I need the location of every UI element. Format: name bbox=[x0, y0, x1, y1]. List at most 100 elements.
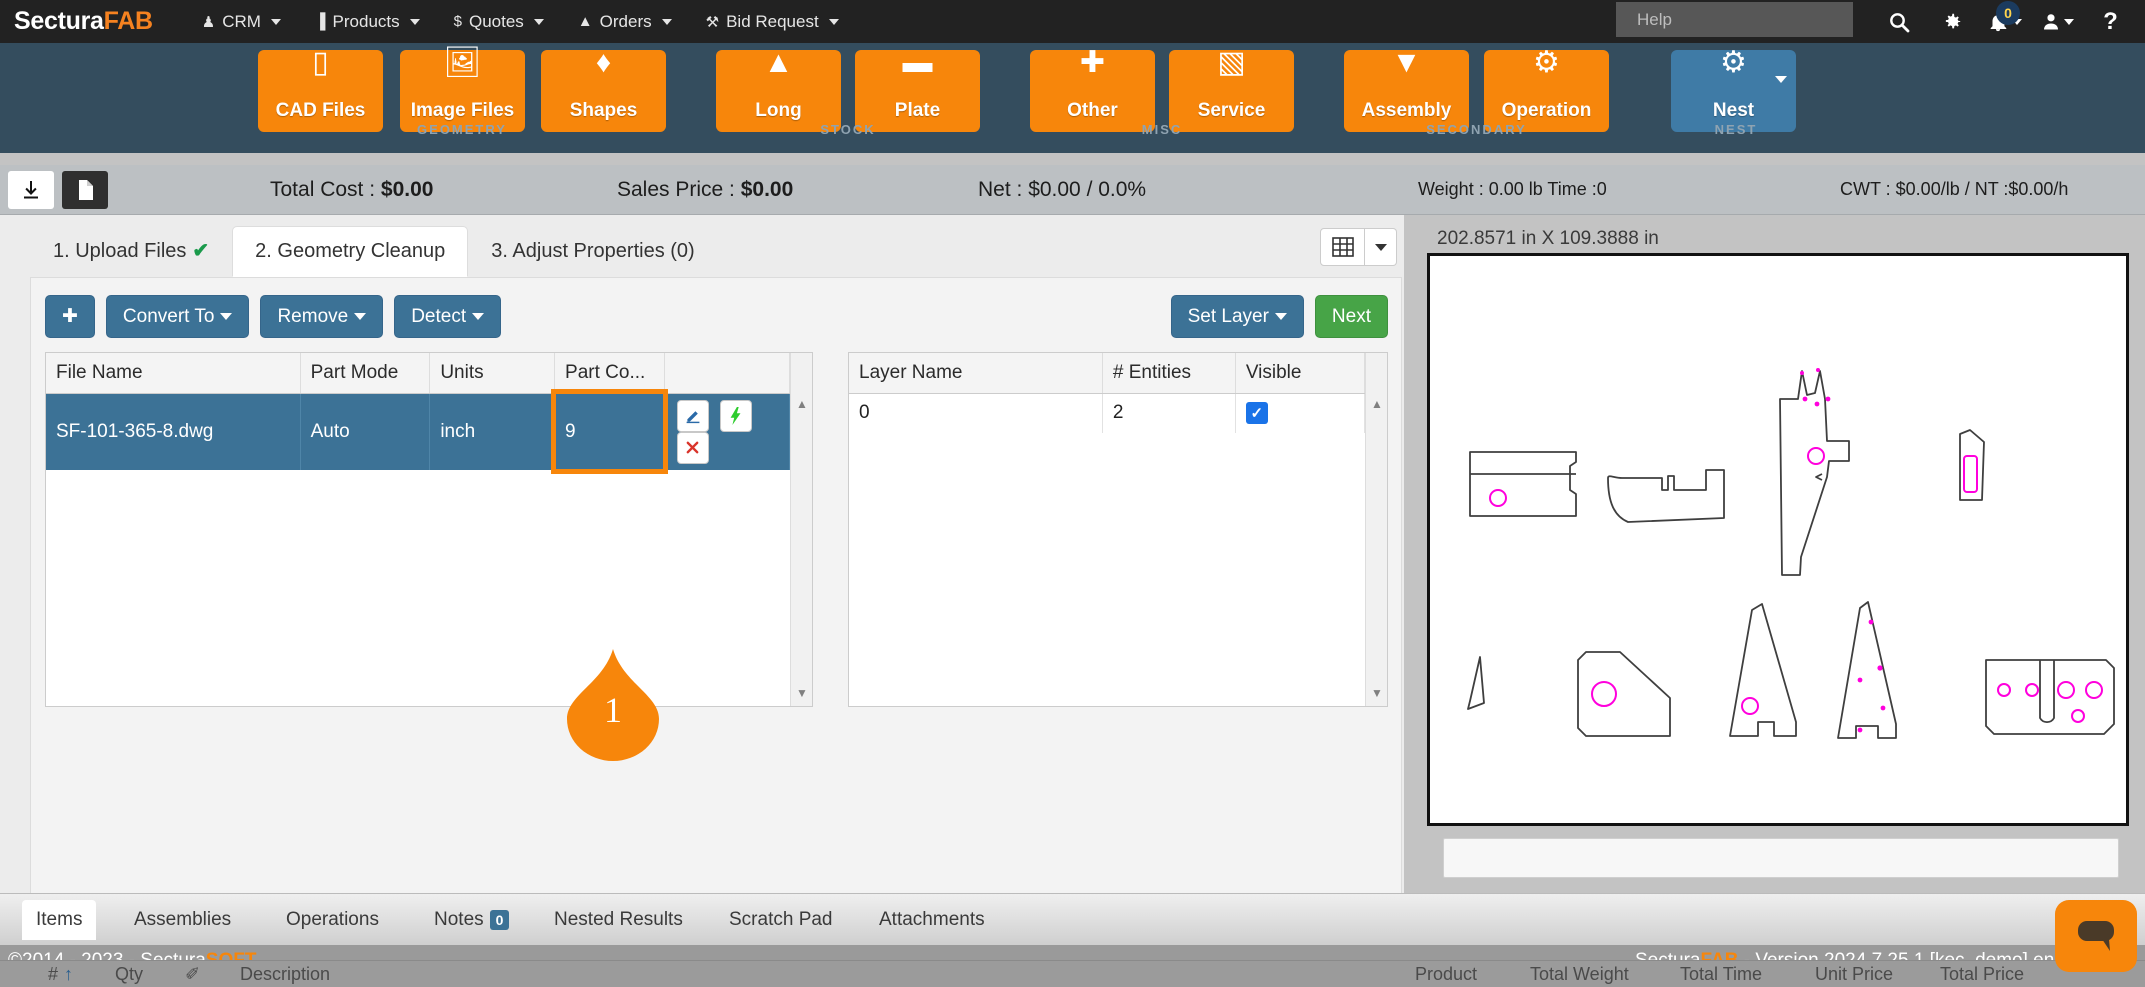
sort-arrow-icon: ↑ bbox=[64, 964, 73, 984]
ribbon-tile-label: Nest bbox=[1713, 100, 1754, 122]
cad-note-input[interactable] bbox=[1443, 838, 2119, 878]
notifications-bell-icon[interactable]: 0 bbox=[1978, 0, 2031, 43]
col-units[interactable]: Units bbox=[430, 353, 555, 393]
nav-item-products[interactable]: ▐Products bbox=[298, 0, 437, 43]
bottom-tab-label: Scratch Pad bbox=[729, 909, 833, 930]
delete-icon[interactable] bbox=[677, 432, 709, 464]
ribbon-tile-image-files[interactable]: 🖼Image Files bbox=[400, 50, 525, 132]
total-cost-text: Total Cost : bbox=[270, 178, 381, 201]
convert-to-button[interactable]: Convert To bbox=[106, 295, 250, 338]
lightning-icon[interactable] bbox=[720, 400, 752, 432]
grid-column-total-weight[interactable]: Total Weight bbox=[1530, 964, 1629, 985]
view-mode-dropdown[interactable] bbox=[1365, 228, 1397, 266]
download-icon[interactable] bbox=[8, 171, 54, 209]
col-entities[interactable]: # Entities bbox=[1102, 353, 1235, 393]
cell-entities: 2 bbox=[1102, 393, 1235, 433]
col-file-name[interactable]: File Name bbox=[46, 353, 300, 393]
grid-column-total-price[interactable]: Total Price bbox=[1940, 964, 2024, 985]
ribbon-tile-other[interactable]: ✚Other bbox=[1030, 50, 1155, 132]
remove-button[interactable]: Remove bbox=[260, 295, 383, 338]
col-part-count[interactable]: Part Co... bbox=[555, 353, 665, 393]
col-visible[interactable]: Visible bbox=[1235, 353, 1364, 393]
scroll-down-icon[interactable]: ▼ bbox=[791, 682, 813, 704]
document-icon[interactable] bbox=[62, 171, 108, 209]
grid-column-product[interactable]: Product bbox=[1415, 964, 1477, 985]
bottom-tab-items[interactable]: Items bbox=[22, 900, 96, 940]
bottom-tab-nested-results[interactable]: Nested Results bbox=[540, 900, 697, 940]
cad-preview-canvas[interactable] bbox=[1427, 253, 2129, 826]
bottom-tab-attachments[interactable]: Attachments bbox=[865, 900, 999, 940]
next-label: Next bbox=[1332, 306, 1371, 328]
cwt-nt-value: CWT : $0.00/lb / NT :$0.00/h bbox=[1840, 179, 2068, 200]
wizard-tab-label: 1. Upload Files bbox=[53, 240, 186, 262]
grid-column--[interactable]: #↑ bbox=[48, 964, 73, 985]
wizard-tab-1[interactable]: 1. Upload Files✔ bbox=[30, 224, 232, 277]
nav-item-orders[interactable]: ▲Orders bbox=[561, 0, 689, 43]
edit-icon[interactable] bbox=[677, 400, 709, 432]
ribbon-tile-cad-files[interactable]: ▯CAD Files bbox=[258, 50, 383, 132]
table-row[interactable]: 0 2 ✓ bbox=[849, 393, 1387, 433]
nav-item-quotes[interactable]: $Quotes bbox=[437, 0, 561, 43]
net-text: Net : bbox=[978, 178, 1028, 201]
plate-icon: ▬ bbox=[855, 44, 980, 82]
user-menu-icon[interactable] bbox=[2031, 0, 2084, 43]
detect-button[interactable]: Detect bbox=[394, 295, 501, 338]
wizard-tab-label: 2. Geometry Cleanup bbox=[255, 240, 445, 262]
convert-to-label: Convert To bbox=[123, 306, 215, 328]
nav-item-bid-request[interactable]: ⚒Bid Request bbox=[689, 0, 856, 43]
search-icon[interactable] bbox=[1872, 0, 1925, 43]
table-row[interactable]: SF-101-365-8.dwg Auto inch 9 bbox=[46, 393, 812, 470]
bottom-tab-assemblies[interactable]: Assemblies bbox=[120, 900, 245, 940]
bottom-tab-scratch-pad[interactable]: Scratch Pad bbox=[715, 900, 847, 940]
ribbon-group-label: GEOMETRY bbox=[258, 122, 666, 137]
col-part-mode[interactable]: Part Mode bbox=[300, 353, 430, 393]
chat-icon[interactable] bbox=[2055, 900, 2137, 972]
grid-column-description[interactable]: Description bbox=[240, 964, 330, 985]
ribbon-group-label: NEST bbox=[1671, 122, 1801, 137]
scroll-up-icon[interactable]: ▲ bbox=[791, 393, 813, 415]
ribbon-tile-long[interactable]: ▲Long bbox=[716, 50, 841, 132]
nav-item-crm[interactable]: ♟CRM bbox=[185, 0, 298, 43]
detect-label: Detect bbox=[411, 306, 466, 328]
ribbon-tile-operation[interactable]: ⚙Operation bbox=[1484, 50, 1609, 132]
ribbon-tile-plate[interactable]: ▬Plate bbox=[855, 50, 980, 132]
layers-table-scrollbar[interactable]: ▲ ▼ bbox=[1365, 353, 1387, 706]
question-mark-icon[interactable]: ? bbox=[2084, 0, 2137, 43]
app-logo[interactable]: SecturaFAB bbox=[14, 7, 153, 36]
ribbon-tile-service[interactable]: ▧Service bbox=[1169, 50, 1294, 132]
geometry-toolbar-right: Set Layer Next bbox=[1171, 295, 1388, 338]
chevron-down-icon[interactable] bbox=[1775, 76, 1787, 83]
add-button[interactable]: ✚ bbox=[45, 295, 95, 338]
chevron-down-icon bbox=[410, 19, 420, 25]
grid-icon[interactable] bbox=[1320, 228, 1365, 266]
wizard-tab-3[interactable]: 3. Adjust Properties (0) bbox=[468, 226, 717, 277]
grid-column-qty[interactable]: Qty bbox=[115, 964, 143, 985]
help-search-input[interactable]: Help bbox=[1616, 2, 1853, 37]
grid-column--[interactable]: ✐ bbox=[185, 964, 200, 985]
layers-table-header: Layer Name # Entities Visible bbox=[849, 353, 1387, 393]
grid-column-unit-price[interactable]: Unit Price bbox=[1815, 964, 1893, 985]
user-icon: ♟ bbox=[202, 13, 215, 31]
scroll-up-icon[interactable]: ▲ bbox=[1366, 393, 1388, 415]
bottom-tab-notes[interactable]: Notes0 bbox=[420, 900, 523, 940]
ribbon-tile-label: Other bbox=[1067, 100, 1118, 122]
bottom-tab-operations[interactable]: Operations bbox=[272, 900, 393, 940]
part-count-input[interactable]: 9 bbox=[555, 393, 665, 470]
remove-label: Remove bbox=[277, 306, 348, 328]
gear-icon[interactable] bbox=[1925, 0, 1978, 43]
files-table-scrollbar[interactable]: ▲ ▼ bbox=[790, 353, 812, 706]
geometry-toolbar-left: ✚ Convert To Remove Detect bbox=[45, 295, 501, 338]
wrench-icon: ⚙ bbox=[1484, 44, 1609, 82]
ribbon-tile-shapes[interactable]: ♦Shapes bbox=[541, 50, 666, 132]
ribbon-tile-assembly[interactable]: ▼Assembly bbox=[1344, 50, 1469, 132]
grid-column-total-time[interactable]: Total Time bbox=[1680, 964, 1762, 985]
set-layer-button[interactable]: Set Layer bbox=[1171, 295, 1304, 338]
next-button[interactable]: Next bbox=[1315, 295, 1388, 338]
visible-checkbox[interactable]: ✓ bbox=[1246, 402, 1268, 424]
col-layer-name[interactable]: Layer Name bbox=[849, 353, 1102, 393]
wizard-tab-2[interactable]: 2. Geometry Cleanup bbox=[232, 226, 468, 277]
bottom-tab-label: Assemblies bbox=[134, 909, 231, 930]
plus-icon: ✚ bbox=[1030, 44, 1155, 82]
ribbon-tile-nest[interactable]: ⚙Nest bbox=[1671, 50, 1796, 132]
scroll-down-icon[interactable]: ▼ bbox=[1366, 682, 1388, 704]
